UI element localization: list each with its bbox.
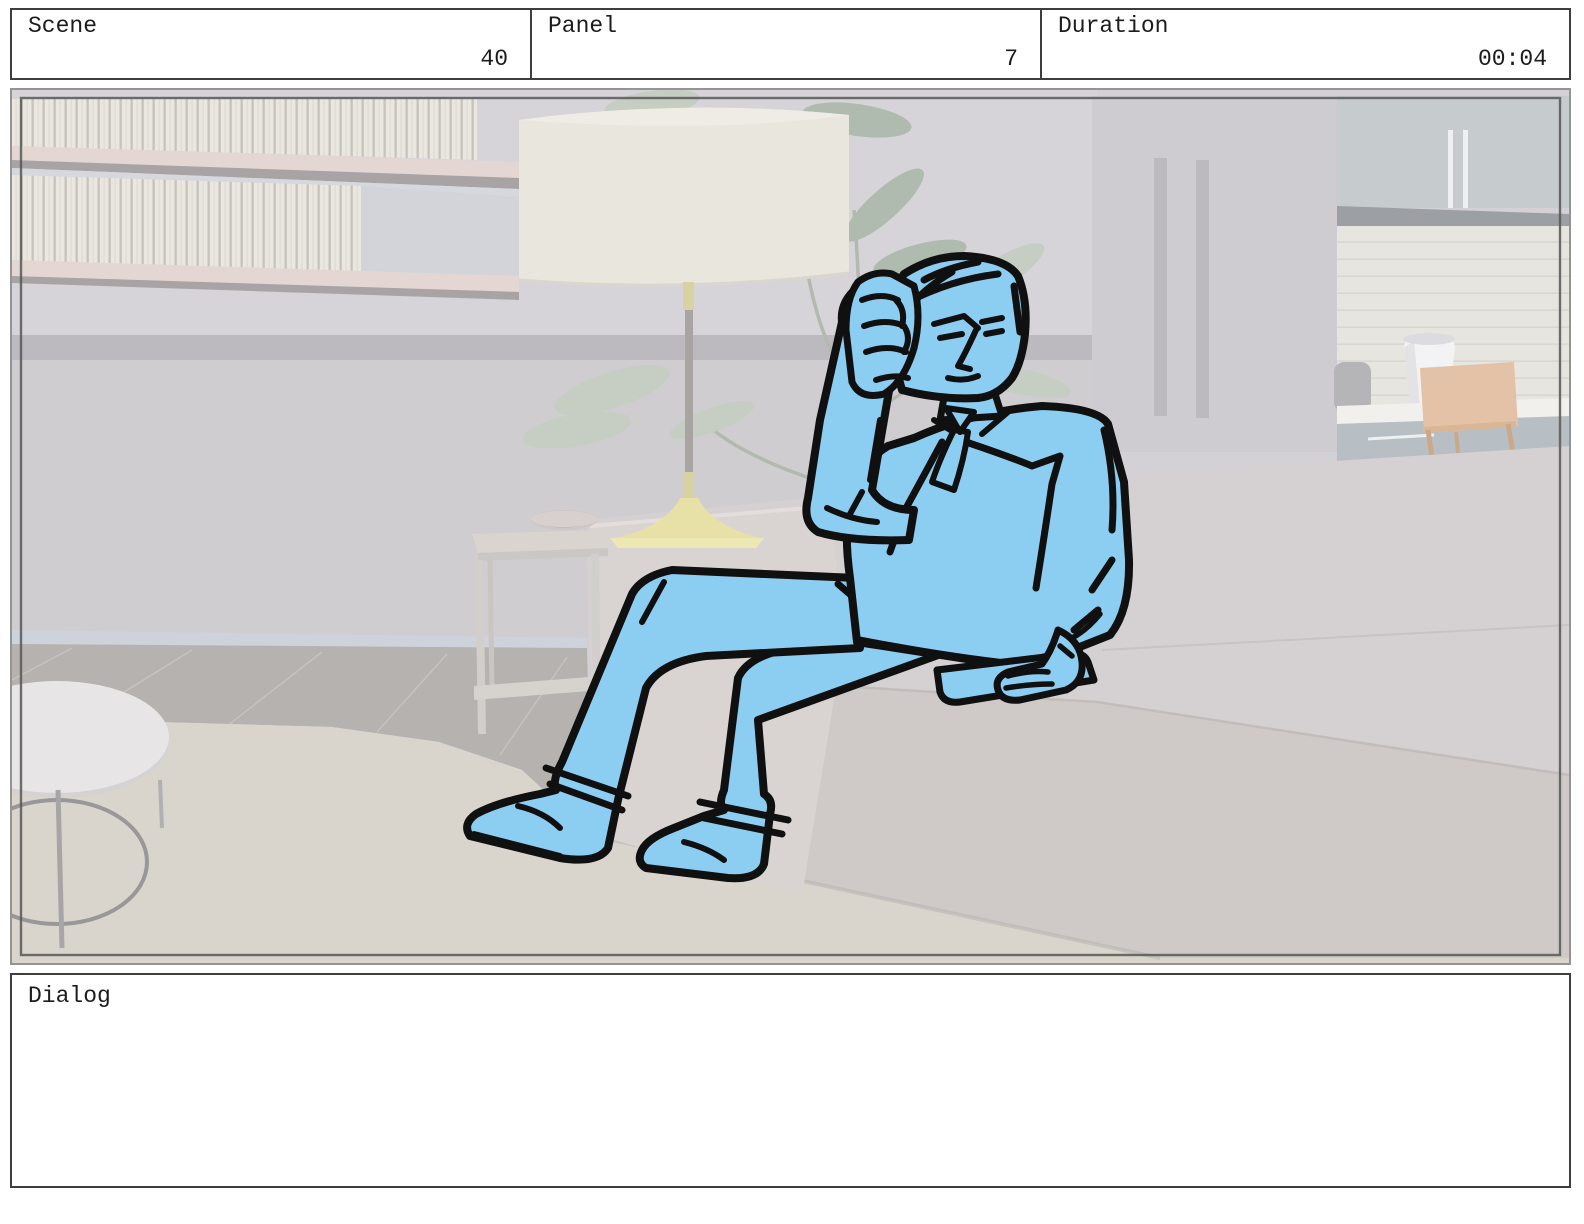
dialog-box: Dialog <box>10 973 1571 1188</box>
bowl <box>531 510 597 530</box>
duration-label: Duration <box>1058 13 1169 39</box>
duration-cell: Duration 00:04 <box>1042 10 1569 78</box>
kitchen-area <box>1092 96 1569 465</box>
storyboard-panel-image <box>10 88 1571 965</box>
cabinet-handle <box>1463 130 1468 208</box>
partition-handle <box>1196 160 1209 418</box>
duration-value: 00:04 <box>1477 46 1547 72</box>
lamp-shade <box>519 107 849 286</box>
storyboard-page: { "header": { "cells": [ { "label": "Sce… <box>0 0 1584 1224</box>
panel-cell: Panel 7 <box>532 10 1042 78</box>
panel-label: Panel <box>548 13 618 39</box>
books-row-bottom <box>12 175 362 271</box>
storyboard-scene <box>12 90 1569 963</box>
partition-handle <box>1154 158 1167 416</box>
panel-header: Scene 40 Panel 7 Duration 00:04 <box>10 8 1571 80</box>
scene-cell: Scene 40 <box>12 10 532 78</box>
partition-cabinet <box>1092 96 1337 452</box>
scene-number: 40 <box>480 46 508 72</box>
cabinet-handle <box>1448 130 1453 208</box>
bookshelf <box>12 99 519 300</box>
dialog-label: Dialog <box>28 983 111 1009</box>
small-appliance <box>1334 362 1371 412</box>
scene-label: Scene <box>28 13 98 39</box>
panel-number: 7 <box>1004 46 1018 72</box>
